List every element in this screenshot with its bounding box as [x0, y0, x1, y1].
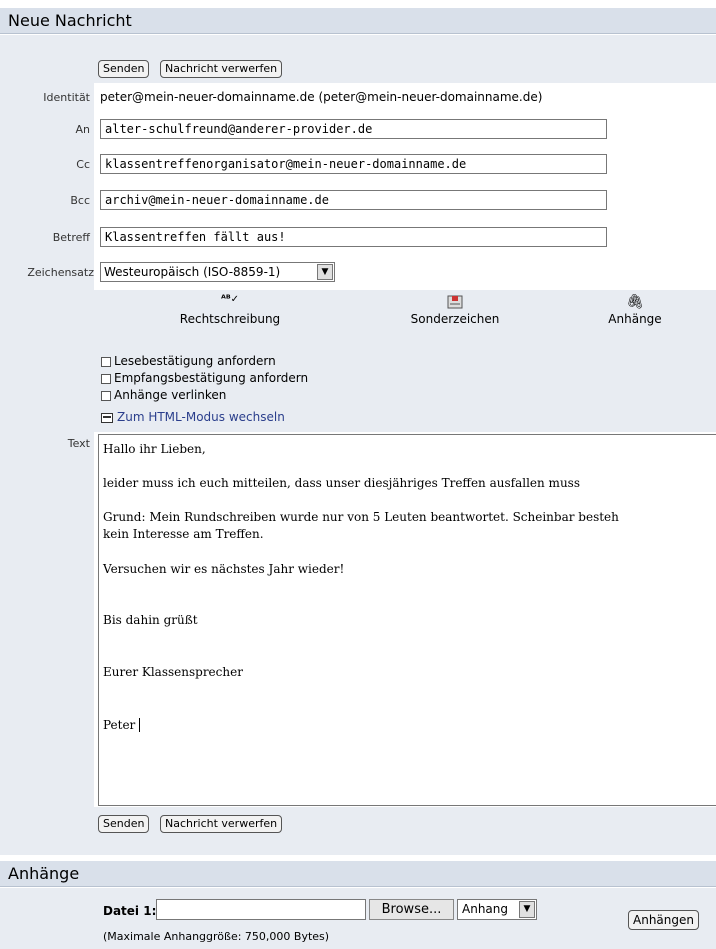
read-receipt-checkbox[interactable]: [101, 356, 111, 367]
attachments-tool[interactable]: 🖇 Anhänge: [590, 294, 680, 326]
identity-label: Identität: [43, 91, 90, 104]
browse-button[interactable]: Browse...: [369, 899, 454, 920]
discard-button-bottom[interactable]: Nachricht verwerfen: [160, 815, 283, 833]
max-size-note: (Maximale Anhanggröße: 750,000 Bytes): [103, 930, 330, 943]
html-mode-label: Zum HTML-Modus wechseln: [117, 410, 285, 424]
cc-field[interactable]: klassentreffenorganisator@mein-neuer-dom…: [100, 154, 607, 174]
file-label: Datei 1:: [103, 904, 157, 918]
body-line: Versuchen wir es nächstes Jahr wieder!: [103, 562, 345, 576]
identity-value: peter@mein-neuer-domainname.de (peter@me…: [100, 90, 543, 104]
link-attachments-checkbox[interactable]: [101, 390, 111, 401]
body-line: kein Interesse am Treffen.: [103, 527, 264, 541]
disposition-select[interactable]: Anhang ▼: [457, 899, 537, 920]
special-chars-icon: [380, 294, 530, 312]
spellcheck-icon: ᴬᴮ✓: [220, 294, 240, 305]
delivery-receipt-label: Empfangsbestätigung anfordern: [114, 371, 309, 385]
charset-label: Zeichensatz: [27, 266, 94, 279]
body-line: Grund: Mein Rundschreiben wurde nur von …: [103, 510, 619, 524]
discard-button[interactable]: Nachricht verwerfen: [160, 60, 283, 78]
to-field[interactable]: alter-schulfreund@anderer-provider.de: [100, 119, 607, 139]
read-receipt-label: Lesebestätigung anfordern: [114, 354, 276, 368]
subject-label: Betreff: [52, 231, 90, 244]
attachments-label-column: [0, 888, 94, 949]
html-mode-link[interactable]: Zum HTML-Modus wechseln: [101, 410, 285, 424]
bcc-label: Bcc: [70, 194, 90, 207]
attachments-title: Anhänge: [8, 864, 80, 883]
to-label: An: [75, 123, 91, 136]
charset-value: Westeuropäisch (ISO-8859-1): [104, 265, 281, 279]
spellcheck-label: Rechtschreibung: [179, 312, 281, 326]
text-cursor: [139, 718, 140, 732]
special-chars-tool[interactable]: Sonderzeichen: [380, 294, 530, 326]
attachments-tool-label: Anhänge: [608, 312, 662, 326]
send-button-bottom[interactable]: Senden: [98, 815, 150, 833]
page-title: Neue Nachricht: [8, 11, 132, 30]
read-receipt-option[interactable]: Lesebestätigung anfordern: [101, 354, 276, 368]
body-line: Peter: [103, 718, 136, 732]
message-body[interactable]: Hallo ihr Lieben, leider muss ich euch m…: [98, 434, 716, 806]
special-chars-label: Sonderzeichen: [410, 312, 500, 326]
paperclip-icon: 🖇: [626, 294, 644, 310]
body-line: Bis dahin grüßt: [103, 613, 198, 627]
spellcheck-tool[interactable]: ᴬᴮ✓ Rechtschreibung: [150, 294, 310, 326]
link-attachments-option[interactable]: Anhänge verlinken: [101, 388, 226, 402]
delivery-receipt-checkbox[interactable]: [101, 373, 111, 384]
text-label: Text: [67, 437, 90, 450]
bcc-field[interactable]: archiv@mein-neuer-domainname.de: [100, 190, 607, 210]
send-button[interactable]: Senden: [98, 60, 150, 78]
attach-button[interactable]: Anhängen: [628, 910, 699, 930]
body-line: leider muss ich euch mitteilen, dass uns…: [103, 476, 580, 490]
compose-header: Neue Nachricht: [0, 8, 716, 34]
charset-select[interactable]: Westeuropäisch (ISO-8859-1) ▼: [100, 262, 335, 282]
chevron-down-icon[interactable]: ▼: [519, 901, 535, 918]
html-mode-icon: [101, 412, 113, 423]
link-attachments-label: Anhänge verlinken: [114, 388, 227, 402]
body-line: Eurer Klassensprecher: [103, 665, 243, 679]
chevron-down-icon[interactable]: ▼: [317, 264, 333, 280]
subject-field[interactable]: Klassentreffen fällt aus!: [100, 227, 607, 247]
attachments-header: Anhänge: [0, 861, 716, 887]
file-input[interactable]: [156, 899, 366, 920]
delivery-receipt-option[interactable]: Empfangsbestätigung anfordern: [101, 371, 308, 385]
body-line: Hallo ihr Lieben,: [103, 442, 206, 456]
cc-label: Cc: [76, 158, 90, 171]
disposition-value: Anhang: [462, 902, 508, 916]
